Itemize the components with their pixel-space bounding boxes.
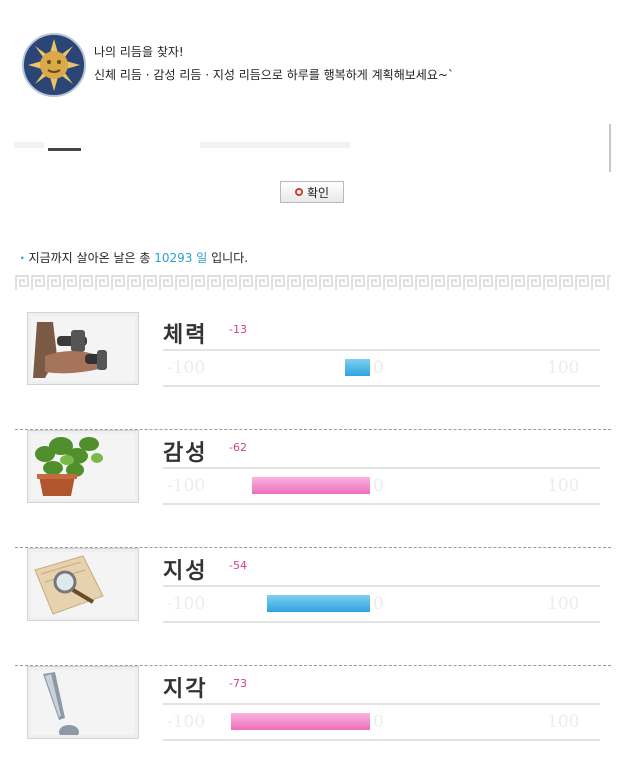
days-suffix: 입니다. — [211, 251, 249, 265]
rhythm-value: -13 — [229, 323, 247, 336]
rhythm-thumb — [27, 548, 139, 621]
confirm-button[interactable]: 확인 — [280, 181, 344, 203]
rhythm-bar — [231, 713, 370, 730]
greek-key-border — [15, 275, 611, 291]
rhythm-row-emotional: 감성 -62 -100 0 100 — [15, 430, 611, 548]
rhythm-label: 체력 — [163, 322, 208, 348]
form-separator — [48, 148, 81, 151]
page-header: 나의 리듬을 찾자! 신체 리듬 · 감성 리듬 · 지성 리듬으로 하루를 행… — [22, 33, 602, 99]
scale-top-line — [163, 703, 600, 705]
days-number: 10293 — [154, 251, 193, 265]
scale-bottom-line — [163, 739, 600, 741]
scale-min-label: -100 — [167, 594, 206, 614]
rhythm-thumb — [27, 666, 139, 739]
exclamation-icon — [31, 670, 135, 735]
rhythm-scale: -100 0 100 — [163, 349, 600, 387]
page-title: 나의 리듬을 찾자! — [94, 45, 184, 59]
days-lived-text: · 지금까지 살아온 날은 총 10293 일 입니다. — [20, 249, 248, 266]
rhythm-scale: -100 0 100 — [163, 467, 600, 505]
scale-top-line — [163, 585, 600, 587]
scale-top-line — [163, 467, 600, 469]
form-field-ghost — [14, 142, 44, 148]
days-prefix: 지금까지 살아온 날은 총 — [28, 251, 151, 265]
scale-max-label: 100 — [547, 712, 580, 732]
scale-bottom-line — [163, 621, 600, 623]
rhythm-label: 지각 — [163, 676, 208, 702]
form-field-ghost — [200, 142, 350, 148]
dumbbell-arm-icon — [31, 316, 135, 381]
rhythm-label: 감성 — [163, 440, 208, 466]
rhythm-bar — [267, 595, 370, 612]
confirm-label: 확인 — [306, 185, 330, 200]
rhythm-row-perception: 지각 -73 -100 0 100 — [15, 666, 611, 784]
rhythm-value: -73 — [229, 677, 247, 690]
rhythm-value: -54 — [229, 559, 247, 572]
sun-face-icon — [22, 33, 86, 97]
magnifier-book-icon — [31, 552, 135, 617]
days-unit: 일 — [196, 251, 208, 265]
rhythm-value: -62 — [229, 441, 247, 454]
scale-max-label: 100 — [547, 358, 580, 378]
rhythm-bar — [345, 359, 370, 376]
page-subtitle: 신체 리듬 · 감성 리듬 · 지성 리듬으로 하루를 행복하게 계획해보세요~… — [94, 68, 454, 82]
vertical-divider — [609, 124, 611, 172]
rhythm-thumb — [27, 430, 139, 503]
scale-min-label: -100 — [167, 476, 206, 496]
scale-bottom-line — [163, 385, 600, 387]
radio-dot-icon — [294, 188, 303, 196]
scale-top-line — [163, 349, 600, 351]
scale-bottom-line — [163, 503, 600, 505]
scale-zero-label: 0 — [373, 476, 384, 496]
rhythm-thumb — [27, 312, 139, 385]
rhythm-row-intellectual: 지성 -54 -100 0 100 — [15, 548, 611, 666]
scale-zero-label: 0 — [373, 712, 384, 732]
rhythm-row-physical: 체력 -13 -100 0 100 — [15, 312, 611, 430]
scale-min-label: -100 — [167, 358, 206, 378]
scale-max-label: 100 — [547, 594, 580, 614]
scale-min-label: -100 — [167, 712, 206, 732]
scale-max-label: 100 — [547, 476, 580, 496]
scale-zero-label: 0 — [373, 594, 384, 614]
rhythm-bar — [252, 477, 370, 494]
bullet-icon: · — [20, 251, 25, 265]
rhythm-label: 지성 — [163, 558, 208, 584]
rhythm-scale: -100 0 100 — [163, 585, 600, 623]
rhythm-scale: -100 0 100 — [163, 703, 600, 741]
scale-zero-label: 0 — [373, 358, 384, 378]
potted-plant-icon — [31, 434, 135, 499]
